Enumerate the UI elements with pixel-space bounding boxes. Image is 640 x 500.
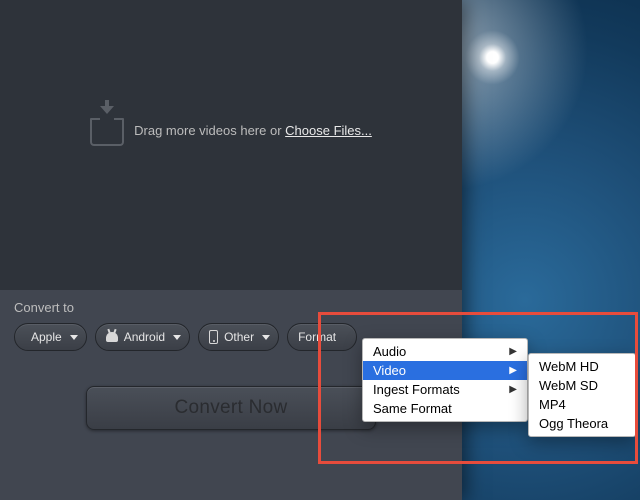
format-menu[interactable]: Audio ▶ Video ▶ Ingest Formats ▶ Same Fo… [362,338,528,422]
apple-label: Apple [31,330,62,344]
menu-item-label: Same Format [373,401,452,416]
chevron-right-icon: ▶ [509,365,517,376]
convert-now-label: Convert Now [174,397,287,419]
other-button[interactable]: Other [198,323,279,351]
submenu-item-label: WebM HD [539,359,599,374]
caret-down-icon [262,335,270,340]
submenu-item-webmsd[interactable]: WebM SD [529,376,635,395]
submenu-item-ogg[interactable]: Ogg Theora [529,414,635,433]
video-submenu[interactable]: WebM HD WebM SD MP4 Ogg Theora [528,353,636,437]
format-label: Format [298,330,336,344]
menu-item-same[interactable]: Same Format [363,399,527,418]
submenu-item-mp4[interactable]: MP4 [529,395,635,414]
chevron-right-icon: ▶ [509,346,517,357]
android-icon [106,332,118,342]
menu-item-label: Audio [373,344,406,359]
galaxy-flare [465,30,520,85]
convert-to-label: Convert to [14,300,448,315]
menu-item-audio[interactable]: Audio ▶ [363,342,527,361]
menu-item-label: Ingest Formats [373,382,460,397]
phone-icon [209,330,218,344]
menu-item-video[interactable]: Video ▶ [363,361,527,380]
inbox-icon [90,120,124,146]
format-button[interactable]: Format [287,323,357,351]
choose-files-link[interactable]: Choose Files... [285,123,372,138]
android-button[interactable]: Android [95,323,190,351]
caret-down-icon [70,335,78,340]
convert-now-button[interactable]: Convert Now [86,386,376,430]
android-label: Android [124,330,165,344]
other-label: Other [224,330,254,344]
menu-item-label: Video [373,363,406,378]
submenu-item-label: WebM SD [539,378,598,393]
drop-zone[interactable]: Drag more videos here or Choose Files... [0,40,462,220]
drop-text: Drag more videos here or Choose Files... [134,123,372,138]
menu-item-ingest[interactable]: Ingest Formats ▶ [363,380,527,399]
caret-down-icon [173,335,181,340]
chevron-right-icon: ▶ [509,384,517,395]
drop-prefix: Drag more videos here or [134,123,285,138]
submenu-item-webmhd[interactable]: WebM HD [529,357,635,376]
apple-button[interactable]: Apple [14,323,87,351]
submenu-item-label: MP4 [539,397,566,412]
submenu-item-label: Ogg Theora [539,416,608,431]
converter-app-window: Drag more videos here or Choose Files...… [0,0,462,500]
